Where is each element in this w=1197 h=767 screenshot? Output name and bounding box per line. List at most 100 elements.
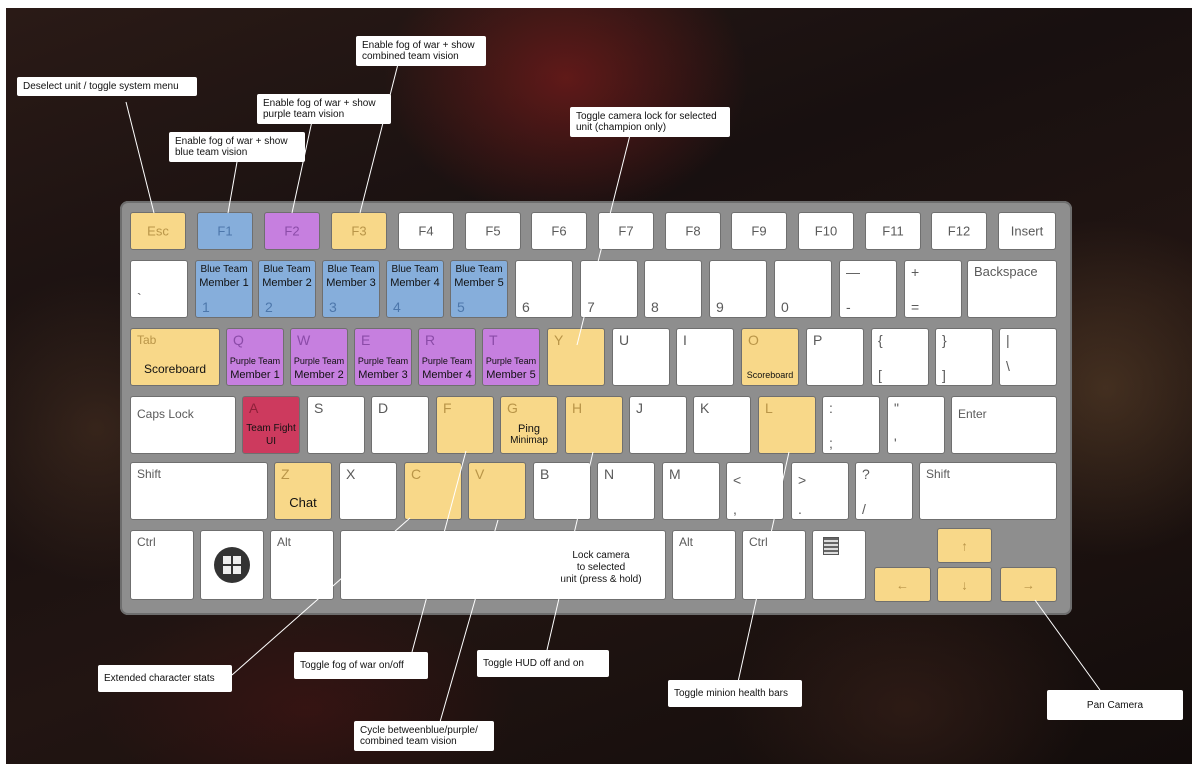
- key-f9: F9: [731, 212, 787, 250]
- key-3-label: 3: [329, 299, 337, 315]
- key-arrow-up-label: ↑: [961, 538, 968, 553]
- key-h-label: H: [572, 400, 583, 416]
- key-insert-label: Insert: [1010, 223, 1044, 239]
- key-arrow-up: ↑: [937, 528, 992, 563]
- key-d: D: [371, 396, 429, 454]
- key-o-label: O: [748, 332, 759, 348]
- callout-c: Extended character stats: [98, 665, 232, 692]
- key-7: 7: [580, 260, 638, 318]
- key-5: Blue Team Member 5 5: [450, 260, 508, 318]
- key-backslash-bottom: \: [1006, 358, 1010, 374]
- key-2-action-line1: Blue Team: [263, 264, 311, 275]
- key-u: U: [612, 328, 670, 386]
- key-3-action-line2: Member 3: [326, 277, 376, 289]
- key-0: 0: [774, 260, 832, 318]
- key-ctrl-left-label: Ctrl: [137, 535, 156, 549]
- key-g-label: G: [507, 400, 518, 416]
- key-backtick-label: `: [137, 290, 142, 306]
- key-s: S: [307, 396, 365, 454]
- key-backspace-label: Backspace: [974, 264, 1038, 279]
- key-j: J: [629, 396, 687, 454]
- key-space: Lock camera to selected unit (press & ho…: [340, 530, 666, 600]
- key-f3: F3: [331, 212, 387, 250]
- key-f11-label: F11: [882, 223, 904, 239]
- key-q-action-line1: Purple Team: [229, 356, 281, 366]
- key-t-action-line1: Purple Team: [485, 356, 537, 366]
- key-1-label: 1: [202, 299, 210, 315]
- key-y: Y: [547, 328, 605, 386]
- key-slash: ? /: [855, 462, 913, 520]
- key-1-action-line1: Blue Team: [200, 264, 248, 275]
- key-e: E Purple Team Member 3: [354, 328, 412, 386]
- key-w-label: W: [297, 332, 311, 348]
- windows-logo-icon: [214, 547, 250, 583]
- key-j-label: J: [636, 400, 643, 416]
- key-f2-label: F2: [284, 223, 300, 239]
- key-semicolon-bottom: ;: [829, 435, 833, 451]
- key-insert: Insert: [998, 212, 1056, 250]
- key-semicolon: : ;: [822, 396, 880, 454]
- key-ctrl-right: Ctrl: [742, 530, 806, 600]
- key-f12-label: F12: [947, 223, 971, 239]
- key-a: A Team Fight UI: [242, 396, 300, 454]
- keyboard-shortcut-diagram: Esc F1 F2 F3 F4 F5 F6 F7 F8 F9 F10 F11 F…: [0, 0, 1197, 767]
- key-quote-bottom: ': [894, 435, 897, 451]
- key-w-action-line1: Purple Team: [293, 356, 345, 366]
- key-v: V: [468, 462, 526, 520]
- key-arrow-right: →: [1000, 567, 1057, 602]
- key-z: Z Chat: [274, 462, 332, 520]
- key-v-label: V: [475, 466, 485, 482]
- key-2-label: 2: [265, 299, 273, 315]
- key-1: Blue Team Member 1 1: [195, 260, 253, 318]
- key-t-action-line2: Member 5: [486, 369, 536, 381]
- key-ctrl-left: Ctrl: [130, 530, 194, 600]
- key-comma: < ,: [726, 462, 784, 520]
- key-6: 6: [515, 260, 573, 318]
- key-0-label: 0: [781, 299, 789, 315]
- key-h: H: [565, 396, 623, 454]
- key-minus: — -: [839, 260, 897, 318]
- key-a-action-line2: UI: [266, 436, 276, 447]
- key-esc-label: Esc: [147, 223, 169, 239]
- key-arrow-right-label: →: [1022, 577, 1035, 592]
- key-a-action-line1: Team Fight: [246, 423, 296, 434]
- key-arrow-left-label: ←: [896, 577, 909, 592]
- key-f1: F1: [197, 212, 253, 250]
- callout-h: Toggle HUD off and on: [477, 650, 609, 677]
- key-minus-top: —: [846, 264, 860, 280]
- key-tab-label: Tab: [137, 333, 157, 347]
- key-5-action-line1: Blue Team: [455, 264, 503, 275]
- key-t-label: T: [489, 332, 498, 348]
- key-f9-label: F9: [751, 223, 767, 239]
- key-shift-right: Shift: [919, 462, 1057, 520]
- key-9: 9: [709, 260, 767, 318]
- key-3: Blue Team Member 3 3: [322, 260, 380, 318]
- key-g-action-line1: Ping: [517, 423, 541, 435]
- key-f6: F6: [531, 212, 587, 250]
- key-f2: F2: [264, 212, 320, 250]
- key-c: C: [404, 462, 462, 520]
- key-minus-bottom: -: [846, 299, 851, 315]
- key-enter: Enter: [951, 396, 1057, 454]
- key-f3-label: F3: [351, 223, 367, 239]
- key-f8: F8: [665, 212, 721, 250]
- key-w-action-line2: Member 2: [294, 369, 344, 381]
- key-shift-left: Shift: [130, 462, 268, 520]
- key-l-label: L: [765, 400, 773, 416]
- key-b-label: B: [540, 466, 550, 482]
- key-e-label: E: [361, 332, 371, 348]
- key-n: N: [597, 462, 655, 520]
- key-c-label: C: [411, 466, 422, 482]
- key-r: R Purple Team Member 4: [418, 328, 476, 386]
- key-q-action-line2: Member 1: [230, 369, 280, 381]
- key-r-label: R: [425, 332, 436, 348]
- key-shift-right-label: Shift: [926, 467, 951, 481]
- key-8-label: 8: [651, 299, 659, 315]
- key-tab: Tab Scoreboard: [130, 328, 220, 386]
- key-9-label: 9: [716, 299, 724, 315]
- key-quote: " ': [887, 396, 945, 454]
- key-backslash-top: |: [1006, 332, 1010, 348]
- callout-f3: Enable fog of war + show combined team v…: [356, 36, 486, 66]
- key-4-label: 4: [393, 299, 401, 315]
- keyboard: Esc F1 F2 F3 F4 F5 F6 F7 F8 F9 F10 F11 F…: [120, 201, 1072, 615]
